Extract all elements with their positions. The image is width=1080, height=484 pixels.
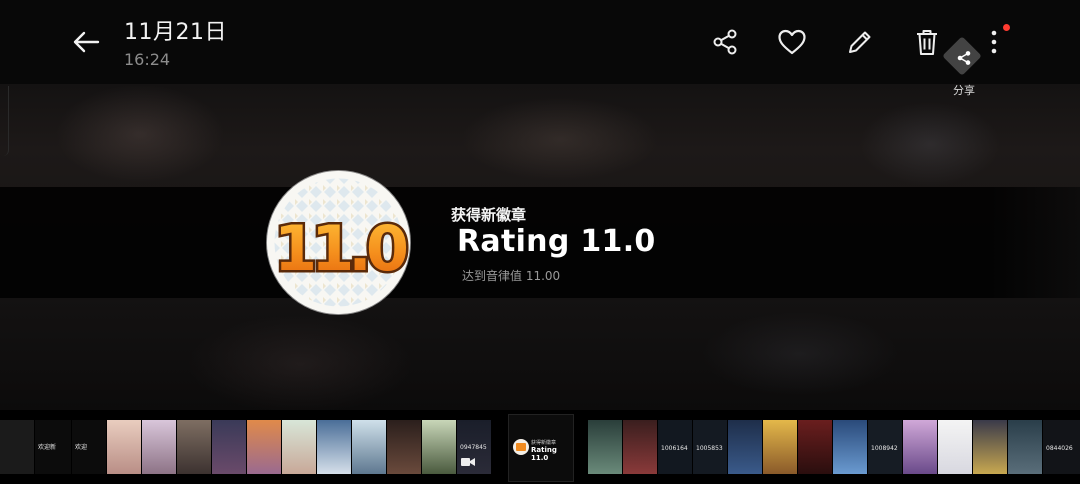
current-thumbnail-kicker: 获得新徽章	[531, 440, 557, 446]
thumbnail[interactable]: 0844026	[1043, 420, 1080, 474]
badge-title: Rating 11.0	[457, 224, 656, 259]
banner-fade	[990, 187, 1080, 298]
thumbnail-text: 0947845	[460, 444, 487, 451]
thumbnail[interactable]	[588, 420, 622, 474]
share-tooltip[interactable]: 分享	[942, 36, 986, 100]
video-icon	[461, 458, 475, 466]
back-arrow-icon	[73, 31, 100, 53]
current-thumbnail[interactable]: 获得新徽章 Rating 11.0	[508, 414, 574, 482]
thumbnail[interactable]: 欢迎新	[35, 420, 71, 474]
photo-date: 11月21日	[124, 20, 227, 45]
thumbnail[interactable]	[247, 420, 281, 474]
thumbnail[interactable]: 1008942	[868, 420, 902, 474]
thumbnail[interactable]	[387, 420, 421, 474]
share-tooltip-label: 分享	[953, 84, 975, 97]
heart-icon	[778, 29, 806, 55]
thumbnail[interactable]	[212, 420, 246, 474]
thumbnail[interactable]	[317, 420, 351, 474]
thumbnail[interactable]	[142, 420, 176, 474]
edge-handle	[0, 86, 9, 156]
thumbnail-filmstrip[interactable]: 欢迎新 欢迎 0947845 获得新徽章 Rating 11.0 1006164…	[0, 410, 1080, 484]
thumbnail-text: 1008942	[871, 445, 898, 452]
thumbnail[interactable]	[107, 420, 141, 474]
favorite-button[interactable]	[772, 22, 812, 62]
pencil-icon	[849, 31, 871, 53]
mini-badge-emblem	[513, 439, 529, 455]
thumbnail[interactable]: 1006164	[658, 420, 692, 474]
back-button[interactable]	[66, 24, 106, 60]
thumbnail[interactable]: 1005853	[693, 420, 727, 474]
thumbnail-text: 欢迎	[75, 444, 88, 451]
notification-dot	[1003, 24, 1010, 31]
tooltip-share-icon	[950, 46, 978, 70]
thumbnail[interactable]: 欢迎	[72, 420, 106, 474]
thumbnail[interactable]	[623, 420, 657, 474]
thumbnail[interactable]	[352, 420, 386, 474]
thumbnail[interactable]	[763, 420, 797, 474]
share-icon	[713, 29, 737, 55]
thumbnail[interactable]	[422, 420, 456, 474]
top-app-bar: 11月21日 16:24	[0, 0, 1080, 84]
thumbnail[interactable]	[0, 420, 34, 474]
thumbnail[interactable]	[973, 420, 1007, 474]
edit-button[interactable]	[840, 22, 880, 62]
thumbnail[interactable]	[1008, 420, 1042, 474]
thumbnail[interactable]	[282, 420, 316, 474]
photo-time: 16:24	[124, 50, 171, 69]
emblem-text: 11.0	[274, 212, 407, 285]
thumbnail[interactable]	[798, 420, 832, 474]
thumbnail[interactable]	[938, 420, 972, 474]
thumbnail[interactable]	[728, 420, 762, 474]
thumbnail[interactable]	[903, 420, 937, 474]
thumbnail-text: 1005853	[696, 445, 723, 452]
thumbnail-text: 欢迎新	[38, 444, 57, 451]
more-vertical-icon	[991, 30, 997, 54]
thumbnail[interactable]	[177, 420, 211, 474]
rating-badge-emblem: 11.0	[267, 171, 410, 314]
thumbnail-text: 1006164	[661, 445, 688, 452]
share-button[interactable]	[705, 22, 745, 62]
current-thumbnail-title: Rating 11.0	[531, 446, 557, 462]
badge-kicker: 获得新徽章	[451, 206, 527, 224]
photo-viewer[interactable]: 11.0 获得新徽章 Rating 11.0 达到音律值 11.00	[0, 84, 1080, 410]
thumbnail[interactable]	[833, 420, 867, 474]
delete-button[interactable]	[907, 22, 947, 62]
thumbnail-text: 0844026	[1046, 445, 1073, 452]
badge-description: 达到音律值 11.00	[462, 269, 561, 283]
trash-icon	[917, 30, 937, 55]
